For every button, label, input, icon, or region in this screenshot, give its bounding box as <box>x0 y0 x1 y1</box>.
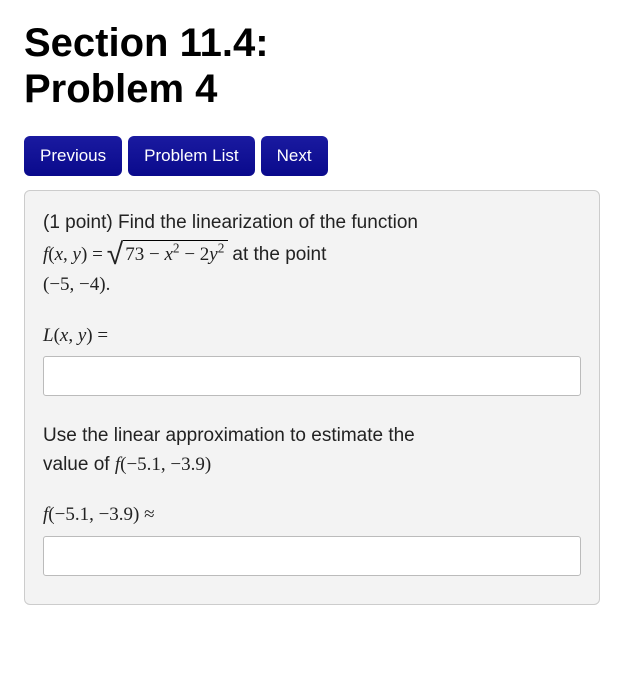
title-line2: Problem 4 <box>24 67 217 111</box>
part2-text: Use the linear approximation to estimate… <box>43 422 581 479</box>
point-value: (−5, −4). <box>43 271 581 300</box>
sqrt-icon: √ <box>107 243 123 267</box>
rad-sq2: 2 <box>218 240 225 255</box>
previous-button[interactable]: Previous <box>24 136 122 176</box>
func-x: x <box>55 244 63 265</box>
rad-x: x <box>164 244 172 265</box>
ans2-approx: ≈ <box>139 504 154 525</box>
label-eq: = <box>93 325 108 346</box>
point-text: (−5, −4). <box>43 274 110 295</box>
sqrt-expression: √ 73 − x2 − 2y2 <box>107 240 229 270</box>
answer2-label: f(−5.1, −3.9) ≈ <box>43 501 581 530</box>
part2-args: −5.1, −3.9 <box>126 454 204 475</box>
rad-2: 2 <box>200 244 210 265</box>
intro-text: Find the linearization of the function <box>118 212 418 233</box>
rad-minus2: − <box>180 244 200 265</box>
problem-list-button[interactable]: Problem List <box>128 136 254 176</box>
next-button[interactable]: Next <box>261 136 328 176</box>
function-definition: f(x, y) = √ 73 − x2 − 2y2 at the point <box>43 240 581 270</box>
at-point-text: at the point <box>232 241 326 270</box>
nav-buttons: Previous Problem List Next <box>24 136 600 176</box>
rad-sq1: 2 <box>173 240 180 255</box>
approximation-input[interactable] <box>43 536 581 576</box>
answer1-label: L(x, y) = <box>43 322 581 351</box>
page-title: Section 11.4: Problem 4 <box>24 20 600 112</box>
part2-close: ) <box>205 454 211 475</box>
part2-valueof: value of <box>43 454 115 475</box>
problem-intro: (1 point) Find the linearization of the … <box>43 209 581 238</box>
part2-line1: Use the linear approximation to estimate… <box>43 422 581 451</box>
rad-y: y <box>209 244 217 265</box>
func-y: y <box>73 244 81 265</box>
rad-73: 73 <box>125 244 144 265</box>
problem-box: (1 point) Find the linearization of the … <box>24 190 600 605</box>
label-comma: , <box>68 325 78 346</box>
func-comma: , <box>63 244 73 265</box>
rad-minus1: − <box>144 244 164 265</box>
points-label: (1 point) <box>43 212 113 233</box>
ans2-args: −5.1, −3.9 <box>55 504 133 525</box>
func-eq: = <box>87 244 102 265</box>
title-line1: Section 11.4: <box>24 21 269 65</box>
linearization-input[interactable] <box>43 356 581 396</box>
label-L: L <box>43 325 54 346</box>
